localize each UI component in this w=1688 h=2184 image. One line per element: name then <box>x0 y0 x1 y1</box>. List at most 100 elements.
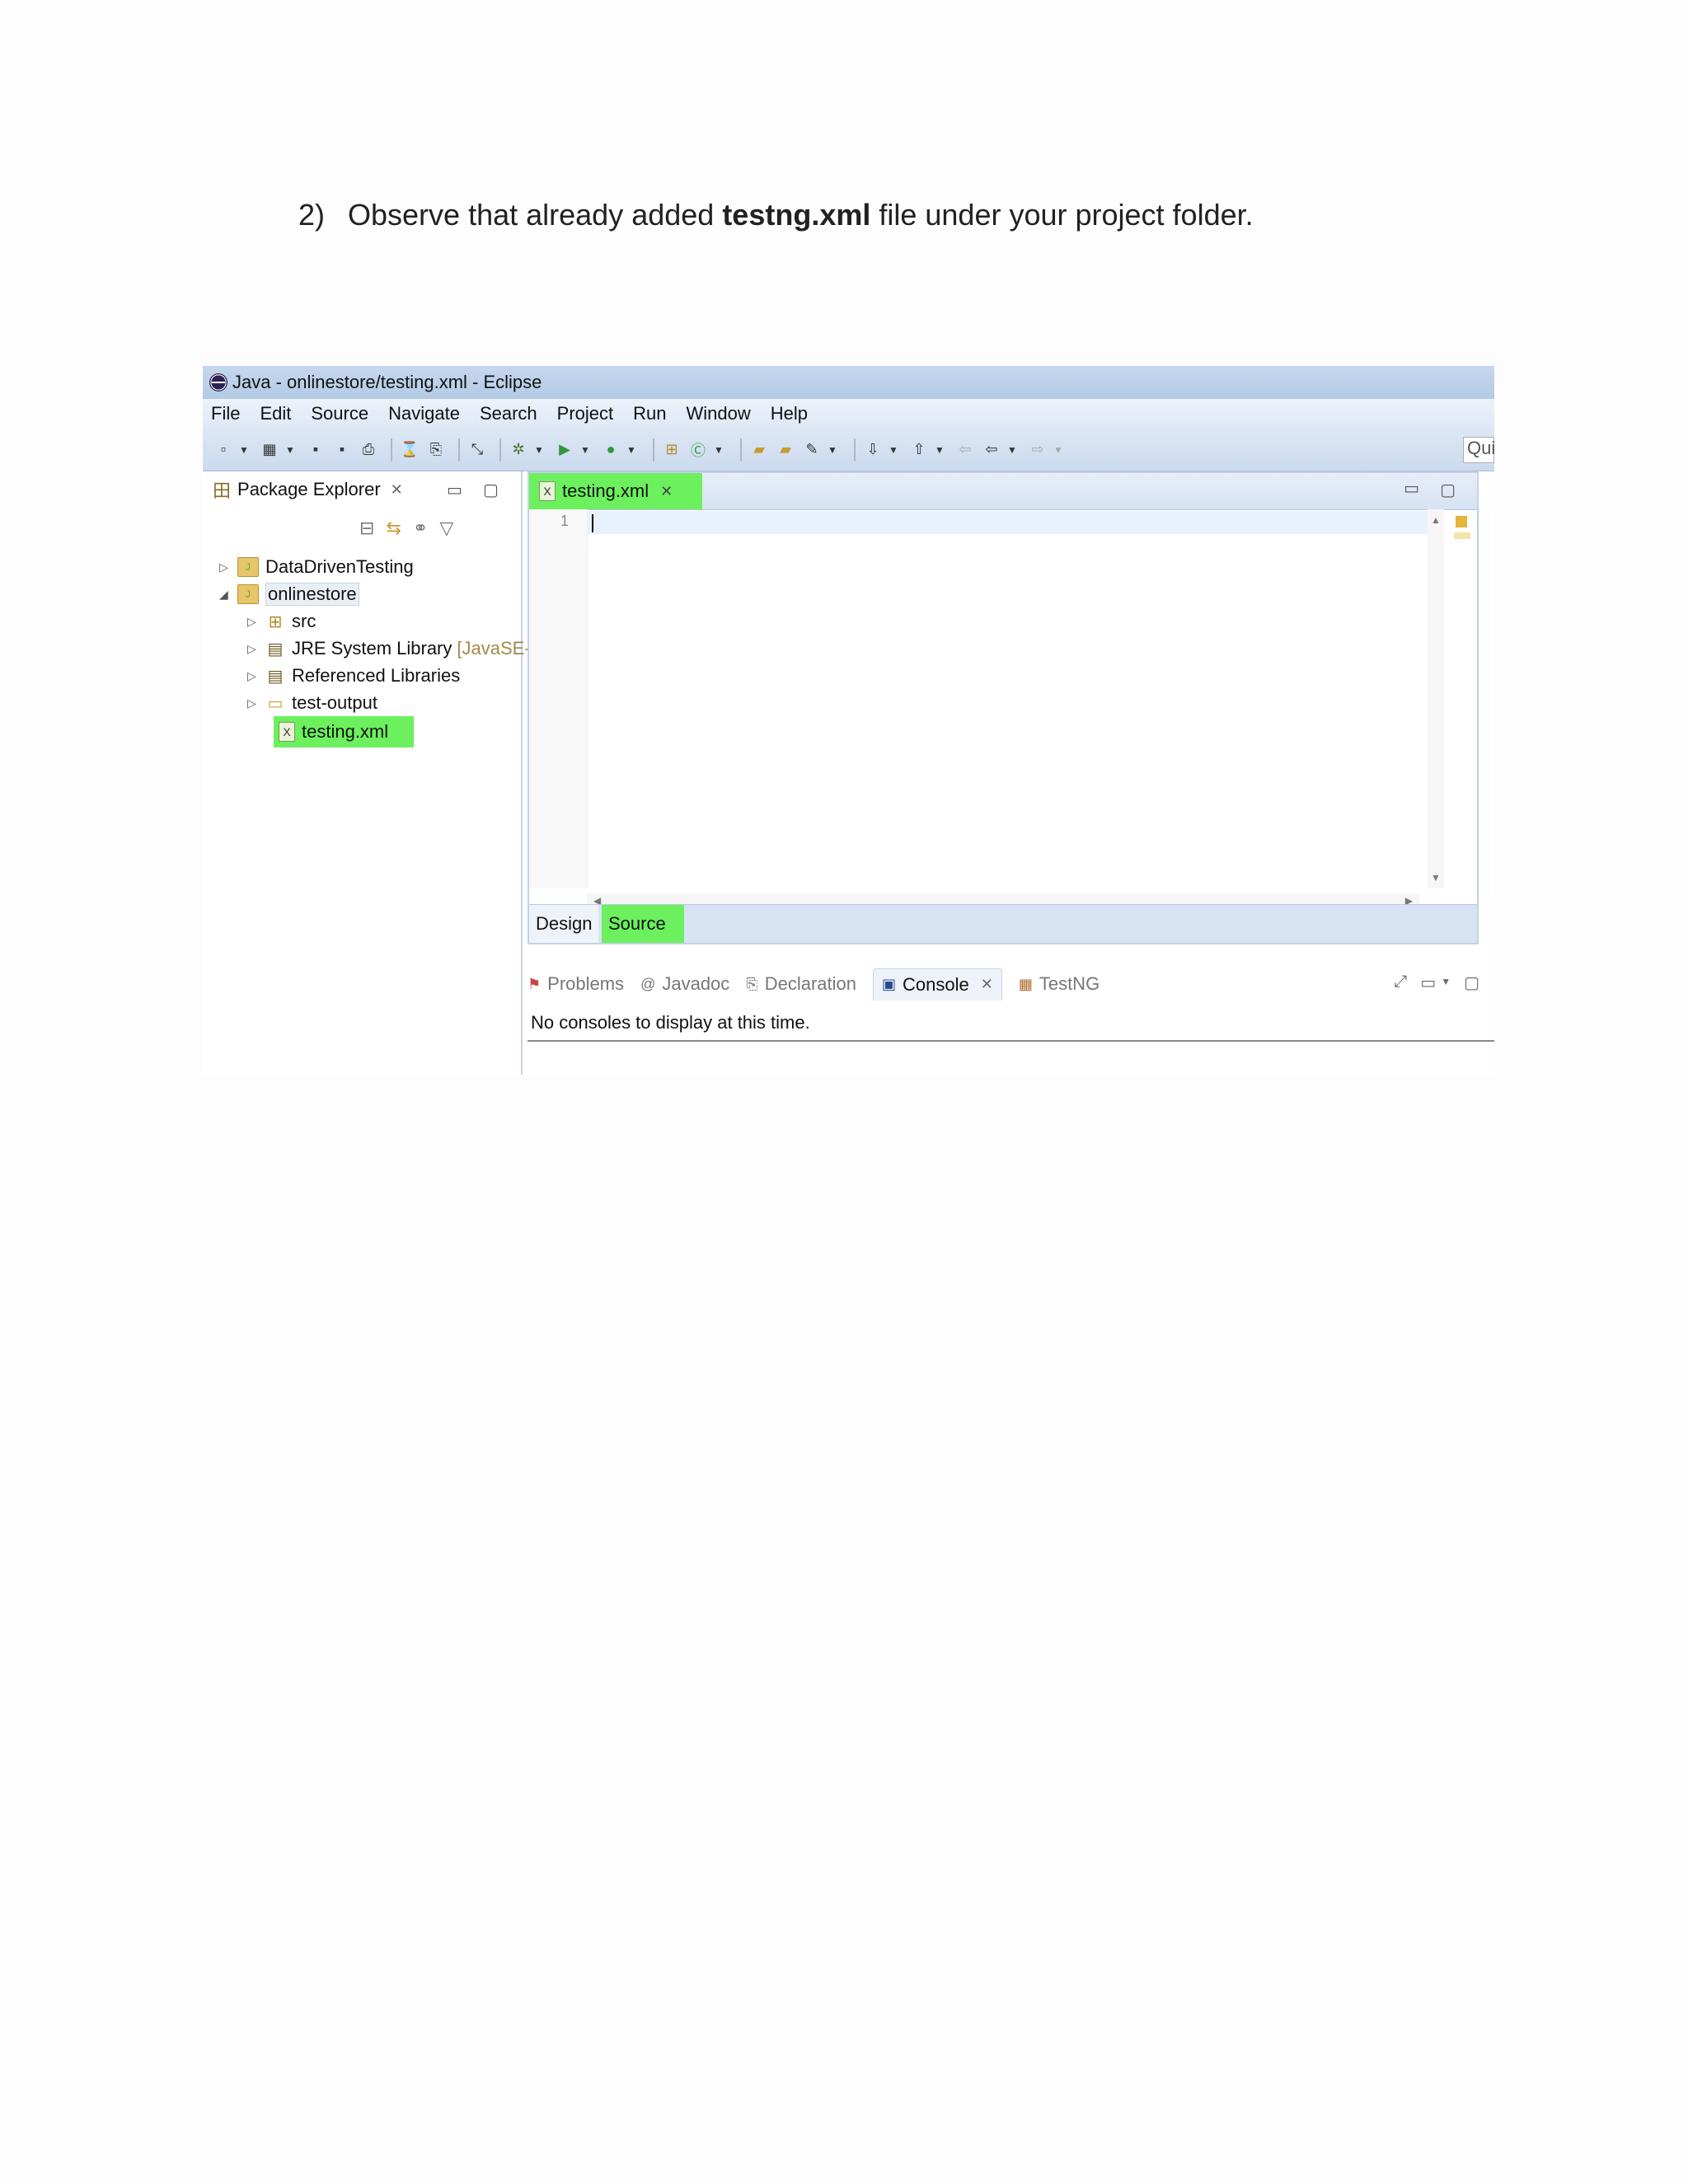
javadoc-icon: @ <box>640 975 656 992</box>
last-edit-icon[interactable]: ⇦ <box>954 439 976 461</box>
new-dropdown-icon[interactable]: ▼ <box>239 444 249 456</box>
expand-icon[interactable]: ▷ <box>219 560 234 574</box>
toolbar-separator <box>740 438 742 462</box>
tree-item-onlinestore[interactable]: ◢ J onlinestore <box>219 581 359 607</box>
menu-help[interactable]: Help <box>771 403 808 424</box>
editor-tab-label: testing.xml <box>562 480 649 501</box>
skip-breakpoints-icon[interactable]: ⤡ <box>467 439 488 461</box>
menu-search[interactable]: Search <box>480 403 537 424</box>
open-console-icon[interactable]: ▢ <box>1464 972 1479 993</box>
overview-ruler-marker[interactable] <box>1456 516 1467 527</box>
declaration-icon: ⎘ <box>746 975 758 992</box>
next-annotation-dropdown-icon[interactable]: ▼ <box>889 444 898 456</box>
scroll-down-icon[interactable]: ▼ <box>1431 872 1441 883</box>
filter-icon[interactable]: ⚭ <box>413 518 428 539</box>
open-resource-icon[interactable]: ⎘ <box>425 439 447 461</box>
forward-dropdown-icon[interactable]: ▼ <box>1053 444 1063 456</box>
run-dropdown-icon[interactable]: ▼ <box>580 444 590 456</box>
collapse-all-icon[interactable]: ⊟ <box>359 518 374 539</box>
expand-icon[interactable]: ▷ <box>247 615 262 629</box>
editor-page-tabs: Design Source <box>529 904 1477 943</box>
tree-item-src[interactable]: ▷ ⊞ src <box>247 608 316 635</box>
vertical-scrollbar[interactable]: ▲ ▼ <box>1428 509 1444 888</box>
tab-source[interactable]: Source <box>602 905 684 943</box>
current-line-highlight <box>587 511 1444 534</box>
tab-console[interactable]: ▣ Console ✕ <box>872 968 1002 1001</box>
forward-icon[interactable]: ⇨ <box>1027 439 1048 461</box>
prev-annotation-dropdown-icon[interactable]: ▼ <box>935 444 945 456</box>
back-dropdown-icon[interactable]: ▼ <box>1007 444 1017 456</box>
menu-file[interactable]: File <box>211 403 240 424</box>
tab-design[interactable]: Design <box>529 905 599 943</box>
debug-dropdown-icon[interactable]: ▼ <box>534 444 544 456</box>
link-with-editor-icon[interactable]: ⇆ <box>386 518 401 539</box>
tab-declaration[interactable]: ⎘ Declaration <box>746 973 856 995</box>
back-icon[interactable]: ⇦ <box>981 439 1002 461</box>
package-explorer-view: ⽥ Package Explorer ✕ ▭ ▢ ⊟ ⇆ ⚭ ▽ ▷ J Dat… <box>203 471 531 1075</box>
new-type-icon[interactable]: ▦ <box>259 439 280 461</box>
debug-icon[interactable]: ✲ <box>508 439 529 461</box>
close-icon[interactable]: ✕ <box>391 481 403 499</box>
line-number: 1 <box>560 513 570 529</box>
new-class-dropdown-icon[interactable]: ▼ <box>714 444 724 456</box>
scroll-up-icon[interactable]: ▲ <box>1431 514 1441 526</box>
display-console-icon[interactable]: ▭ <box>1420 972 1436 993</box>
external-tools-dropdown-icon[interactable]: ▼ <box>626 444 636 456</box>
toolbar-separator <box>391 438 392 462</box>
pin-console-icon[interactable]: ⤢ <box>1394 972 1407 993</box>
tree-item-jre-system-library[interactable]: ▷ ▤ JRE System Library [JavaSE- <box>247 635 531 662</box>
open-folder-icon[interactable]: ▰ <box>748 439 770 461</box>
expand-icon[interactable]: ▷ <box>247 669 262 683</box>
tab-testng[interactable]: ▦ TestNG <box>1019 973 1100 995</box>
instruction-prefix: 2) Observe that already added <box>298 198 723 232</box>
open-type-icon[interactable]: ⌛ <box>399 439 420 461</box>
tab-javadoc[interactable]: @ Javadoc <box>640 973 729 995</box>
pen-dropdown-icon[interactable]: ▼ <box>828 444 837 456</box>
expand-icon[interactable]: ▷ <box>247 696 262 710</box>
tree-item-test-output[interactable]: ▷ ▭ test-output <box>247 690 377 716</box>
tree-item-suffix: [JavaSE- <box>457 638 531 658</box>
problems-icon: ⚑ <box>528 975 542 992</box>
new-type-dropdown-icon[interactable]: ▼ <box>285 444 295 456</box>
prev-annotation-icon[interactable]: ⇧ <box>908 439 930 461</box>
menu-run[interactable]: Run <box>633 403 666 424</box>
expand-icon[interactable]: ▷ <box>247 642 262 656</box>
external-tools-icon[interactable]: ● <box>600 439 621 461</box>
save-icon[interactable]: ▪ <box>305 439 326 461</box>
tree-item-testing-xml[interactable]: X testing.xml <box>274 716 414 748</box>
minimize-icon[interactable]: ▭ <box>447 480 462 500</box>
menu-navigate[interactable]: Navigate <box>388 403 460 424</box>
print-icon[interactable]: ⎙ <box>358 439 379 461</box>
collapse-icon[interactable]: ◢ <box>219 588 234 602</box>
package-explorer-tab[interactable]: ⽥ Package Explorer ✕ <box>206 471 410 508</box>
maximize-icon[interactable]: ▢ <box>483 480 499 500</box>
main-toolbar: ▫ ▼ ▦ ▼ ▪ ▪ ⎙ ⌛ ⎘ ⤡ ✲ ▼ ▶ ▼ ● ▼ ⊞ Ⓒ ▼ ▰ ▰ ✎ ▼ ⇩… <box>203 429 1494 471</box>
tree-item-datadriventesting[interactable]: ▷ J DataDrivenTesting <box>219 554 414 580</box>
tab-problems[interactable]: ⚑ Problems <box>528 973 624 995</box>
close-icon[interactable]: ✕ <box>660 483 673 500</box>
menu-source[interactable]: Source <box>311 403 368 424</box>
run-icon[interactable]: ▶ <box>554 439 575 461</box>
menu-window[interactable]: Window <box>687 403 751 424</box>
new-package-icon[interactable]: ⊞ <box>661 439 682 461</box>
menu-edit[interactable]: Edit <box>260 403 291 424</box>
quick-access-input[interactable]: Qui <box>1463 437 1494 463</box>
new-class-icon[interactable]: Ⓒ <box>687 439 709 461</box>
save-all-icon[interactable]: ▪ <box>331 439 353 461</box>
instruction-text: 2) Observe that already added testng.xml… <box>298 198 1254 232</box>
view-menu-icon[interactable]: ▽ <box>439 518 453 539</box>
new-icon[interactable]: ▫ <box>213 439 234 461</box>
close-icon[interactable]: ✕ <box>981 976 993 993</box>
editor-tab-testing-xml[interactable]: X testing.xml ✕ <box>529 473 702 509</box>
menu-bar: File Edit Source Navigate Search Project… <box>203 399 1494 429</box>
pen-icon[interactable]: ✎ <box>801 439 823 461</box>
maximize-icon[interactable]: ▢ <box>1440 480 1456 500</box>
open-folder-2-icon[interactable]: ▰ <box>775 439 796 461</box>
bottom-panel: ⚑ Problems @ Javadoc ⎘ Declaration ▣ Con… <box>528 966 1494 1075</box>
minimize-icon[interactable]: ▭ <box>1404 478 1419 499</box>
console-dropdown-icon[interactable]: ▼ <box>1441 972 1451 993</box>
next-annotation-icon[interactable]: ⇩ <box>862 439 884 461</box>
tree-item-referenced-libraries[interactable]: ▷ ▤ Referenced Libraries <box>247 663 460 689</box>
tab-label: Console <box>903 973 969 995</box>
menu-project[interactable]: Project <box>557 403 613 424</box>
